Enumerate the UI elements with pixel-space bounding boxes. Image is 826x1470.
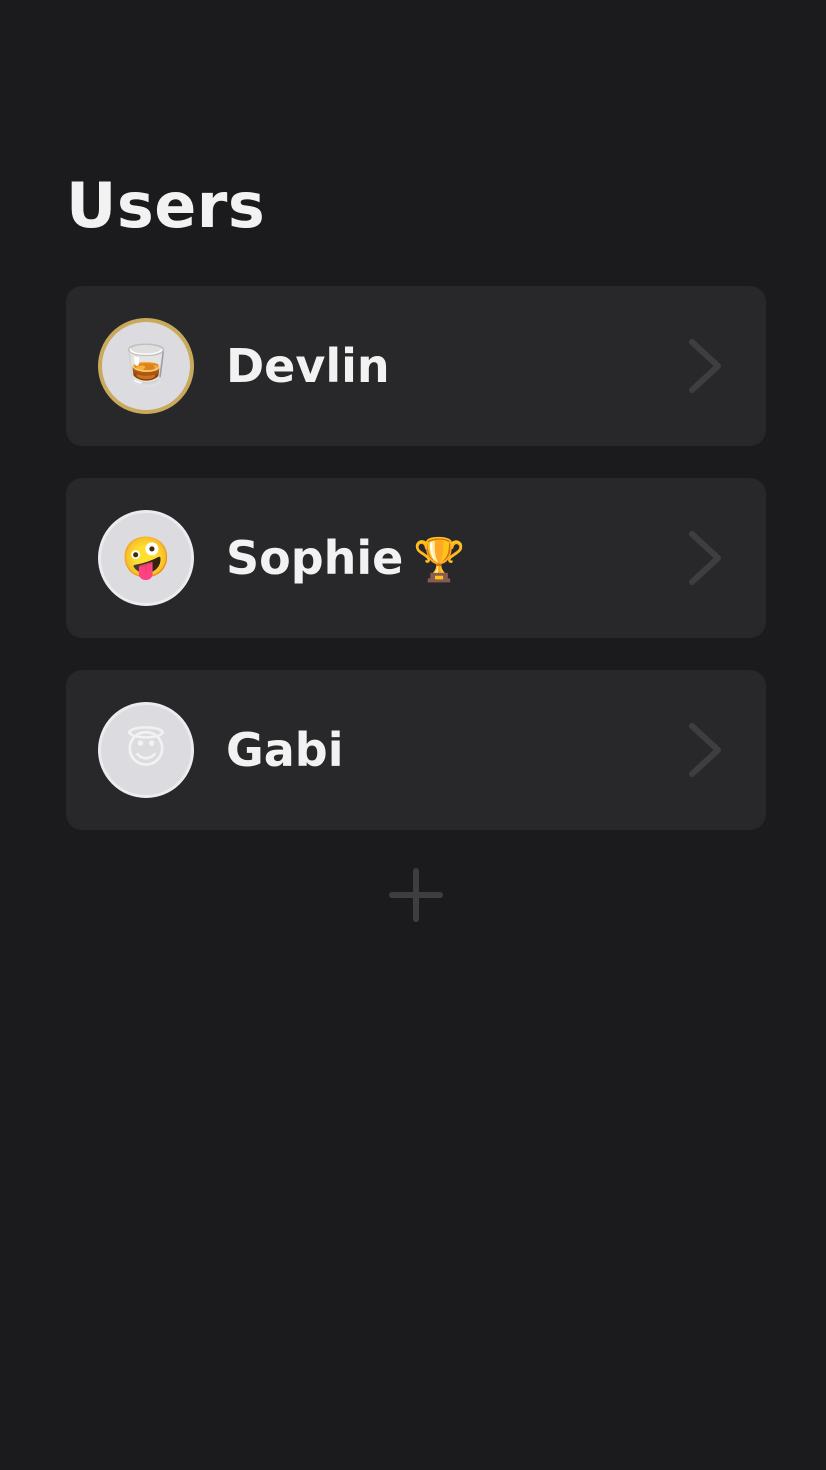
page-title: Users (66, 169, 266, 242)
user-name-label: Sophie (226, 531, 404, 585)
user-list: 🥃 Devlin 🤪 Sophie 🏆 😇 Gabi (66, 286, 766, 830)
user-row-sophie[interactable]: 🤪 Sophie 🏆 (66, 478, 766, 638)
user-name: Gabi (226, 720, 344, 780)
user-name: Sophie 🏆 (226, 528, 466, 590)
chevron-right-icon (689, 531, 721, 585)
avatar: 🤪 (98, 510, 194, 606)
chevron-right-icon (689, 339, 721, 393)
plus-icon (389, 868, 443, 922)
trophy-badge: 🏆 (413, 535, 466, 584)
avatar-emoji: 🤪 (121, 535, 171, 581)
user-row-devlin[interactable]: 🥃 Devlin (66, 286, 766, 446)
user-name-label: Devlin (226, 339, 390, 393)
avatar: 😇 (98, 702, 194, 798)
avatar-emoji: 😇 (125, 727, 167, 773)
user-row-gabi[interactable]: 😇 Gabi (66, 670, 766, 830)
avatar-emoji: 🥃 (121, 343, 171, 389)
add-user-button[interactable] (386, 866, 446, 924)
avatar: 🥃 (98, 318, 194, 414)
user-name-label: Gabi (226, 723, 344, 777)
user-name: Devlin (226, 336, 390, 396)
chevron-right-icon (689, 723, 721, 777)
